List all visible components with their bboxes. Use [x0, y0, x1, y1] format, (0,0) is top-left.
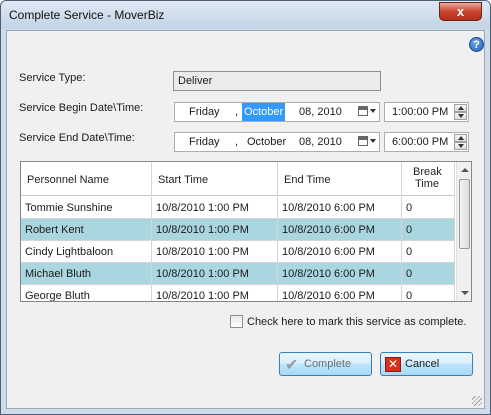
- grid-header: Personnel Name Start Time End Time Break…: [21, 162, 455, 196]
- cancel-button[interactable]: ✕ Cancel: [380, 352, 473, 376]
- spin-up-icon[interactable]: [454, 104, 467, 112]
- cell-end: 10/8/2010 6:00 PM: [278, 219, 402, 241]
- spin-up-icon[interactable]: [454, 134, 467, 142]
- cell-end: 10/8/2010 6:00 PM: [278, 285, 402, 301]
- window-title: Complete Service - MoverBiz: [9, 8, 165, 22]
- column-header-personnel-name[interactable]: Personnel Name: [21, 162, 152, 196]
- end-comma: ,: [235, 136, 239, 148]
- table-row[interactable]: George Bluth 10/8/2010 1:00 PM 10/8/2010…: [21, 285, 455, 301]
- cell-end: 10/8/2010 6:00 PM: [278, 263, 402, 285]
- end-weekday[interactable]: Friday: [189, 133, 220, 151]
- cell-start: 10/8/2010 1:00 PM: [152, 285, 278, 301]
- end-month[interactable]: October: [247, 133, 286, 151]
- table-row[interactable]: Cindy Lightbaloon 10/8/2010 1:00 PM 10/8…: [21, 241, 455, 263]
- cell-name: Michael Bluth: [21, 263, 152, 285]
- cell-break: 0: [402, 263, 455, 285]
- begin-day-year[interactable]: 08, 2010: [299, 103, 342, 121]
- complete-service-window: Complete Service - MoverBiz x ? Service …: [0, 0, 491, 415]
- column-header-break-time[interactable]: Break Time: [402, 162, 455, 196]
- service-type-value: Deliver: [178, 75, 213, 87]
- begin-time-spinner[interactable]: [454, 104, 467, 120]
- personnel-grid[interactable]: Personnel Name Start Time End Time Break…: [20, 161, 472, 302]
- end-time[interactable]: 6:00:00 PM: [392, 133, 448, 151]
- cell-start: 10/8/2010 1:00 PM: [152, 263, 278, 285]
- dialog-body: ? Service Type: Deliver Service Begin Da…: [6, 30, 485, 409]
- complete-button[interactable]: ✔ Complete: [279, 352, 372, 376]
- calendar-icon: [358, 136, 368, 147]
- cell-break: 0: [402, 197, 455, 219]
- begin-datetime-label: Service Begin Date\Time:: [19, 102, 144, 114]
- cell-start: 10/8/2010 1:00 PM: [152, 219, 278, 241]
- end-datetime-label: Service End Date\Time:: [19, 132, 135, 144]
- end-calendar-dropdown[interactable]: [358, 135, 380, 149]
- spin-down-icon[interactable]: [454, 112, 467, 120]
- begin-calendar-dropdown[interactable]: [358, 105, 380, 119]
- title-bar[interactable]: Complete Service - MoverBiz x: [1, 1, 490, 29]
- begin-time-picker[interactable]: 1:00:00 PM: [384, 102, 469, 122]
- end-time-picker[interactable]: 6:00:00 PM: [384, 132, 469, 152]
- cell-start: 10/8/2010 1:00 PM: [152, 197, 278, 219]
- chevron-down-icon: [370, 139, 376, 144]
- cell-break: 0: [402, 241, 455, 263]
- cell-name: Robert Kent: [21, 219, 152, 241]
- grid-vertical-scrollbar[interactable]: [456, 162, 471, 301]
- check-icon: ✔: [285, 357, 299, 374]
- help-icon[interactable]: ?: [469, 37, 484, 52]
- end-day-year[interactable]: 08, 2010: [299, 133, 342, 151]
- cell-name: Cindy Lightbaloon: [21, 241, 152, 263]
- spin-down-icon[interactable]: [454, 142, 467, 150]
- resize-grip[interactable]: [472, 396, 482, 406]
- cell-name: Tommie Sunshine: [21, 197, 152, 219]
- column-header-end-time[interactable]: End Time: [278, 162, 402, 196]
- mark-complete-checkbox[interactable]: [230, 315, 243, 328]
- begin-comma: ,: [235, 106, 239, 118]
- table-row[interactable]: Michael Bluth 10/8/2010 1:00 PM 10/8/201…: [21, 263, 455, 285]
- end-date-picker[interactable]: Friday , October 08, 2010: [174, 132, 380, 152]
- close-button[interactable]: x: [439, 2, 482, 21]
- column-header-start-time[interactable]: Start Time: [152, 162, 278, 196]
- begin-time[interactable]: 1:00:00 PM: [392, 103, 448, 121]
- begin-weekday[interactable]: Friday: [189, 103, 220, 121]
- begin-date-picker[interactable]: Friday , October 08, 2010: [174, 102, 380, 122]
- cell-break: 0: [402, 219, 455, 241]
- cell-break: 0: [402, 285, 455, 301]
- scroll-thumb[interactable]: [459, 179, 470, 249]
- scroll-up-icon[interactable]: [461, 168, 469, 172]
- table-row[interactable]: Robert Kent 10/8/2010 1:00 PM 10/8/2010 …: [21, 219, 455, 241]
- begin-month[interactable]: October: [242, 103, 286, 121]
- close-icon: ✕: [385, 357, 401, 372]
- cell-end: 10/8/2010 6:00 PM: [278, 197, 402, 219]
- table-row[interactable]: Tommie Sunshine 10/8/2010 1:00 PM 10/8/2…: [21, 197, 455, 219]
- mark-complete-label[interactable]: Check here to mark this service as compl…: [247, 316, 466, 328]
- calendar-icon: [358, 106, 368, 117]
- service-type-field: Deliver: [173, 71, 381, 91]
- scroll-down-icon[interactable]: [461, 291, 469, 295]
- end-time-spinner[interactable]: [454, 134, 467, 150]
- cell-start: 10/8/2010 1:00 PM: [152, 241, 278, 263]
- service-type-label: Service Type:: [19, 72, 86, 84]
- cell-name: George Bluth: [21, 285, 152, 301]
- chevron-down-icon: [370, 109, 376, 114]
- cell-end: 10/8/2010 6:00 PM: [278, 241, 402, 263]
